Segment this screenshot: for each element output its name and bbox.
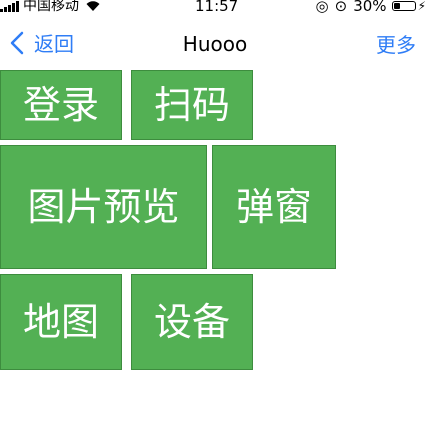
signal-icon: [0, 0, 20, 12]
battery-icon: [391, 1, 416, 11]
carrier-name: 中国移动: [23, 0, 79, 14]
image-preview-tile[interactable]: 图片预览: [0, 145, 207, 269]
scan-tile[interactable]: 扫码: [131, 70, 253, 140]
device-tile[interactable]: 设备: [131, 274, 253, 370]
battery-fill: [393, 3, 400, 9]
status-right: ◎ ⊙ 30% ⚡: [315, 0, 426, 15]
popup-tile[interactable]: 弹窗: [212, 145, 336, 269]
charging-icon: ⚡: [417, 0, 426, 13]
map-tile[interactable]: 地图: [0, 274, 122, 370]
status-bar: 中国移动 11:57 ◎ ⊙ 30% ⚡: [0, 0, 430, 16]
more-button[interactable]: 更多: [376, 29, 416, 58]
app-screen: 中国移动 11:57 ◎ ⊙ 30% ⚡ 返回 Huooo 更多 登录 扫码 图…: [0, 0, 430, 438]
location-icon: ◎: [315, 0, 329, 15]
battery-percent: 30%: [353, 0, 387, 15]
alarm-icon: ⊙: [334, 0, 348, 15]
page-title: Huooo: [182, 32, 248, 56]
navigation-bar: 返回 Huooo 更多: [0, 24, 430, 68]
status-left: 中国移动: [0, 0, 101, 13]
wifi-icon: [86, 1, 100, 12]
status-time: 11:57: [195, 0, 239, 15]
login-tile[interactable]: 登录: [0, 70, 122, 140]
